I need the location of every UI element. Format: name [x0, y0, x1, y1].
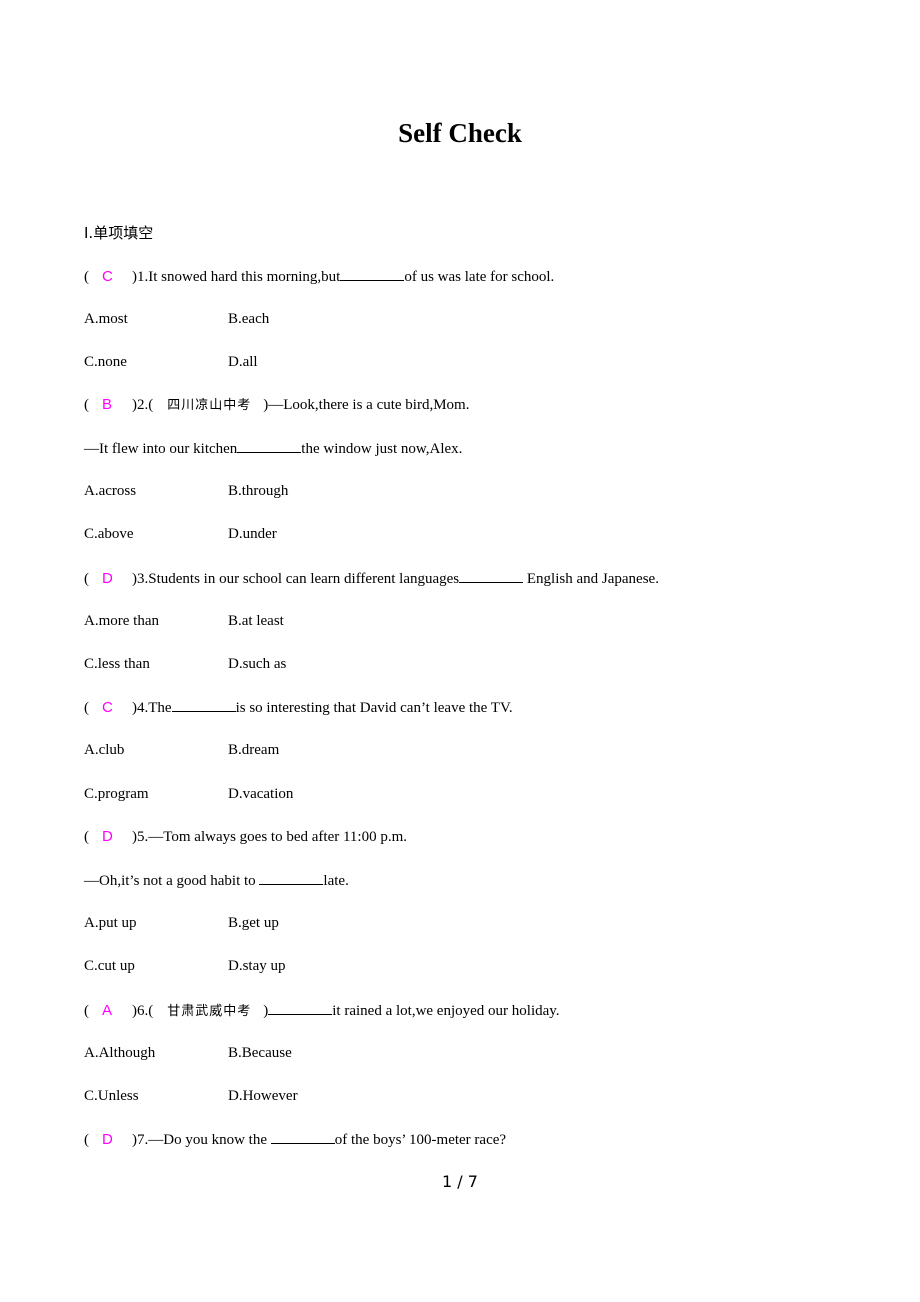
question-number: 3 [137, 571, 145, 587]
option-c: C.none [84, 354, 127, 370]
paren-open: ( [84, 829, 89, 845]
option-d: D.stay up [228, 958, 286, 974]
question-number: 5 [137, 829, 145, 845]
question-stem: It snowed hard this morning,but [148, 269, 341, 285]
option-a: A.most [84, 311, 128, 327]
option-c: C.Unless [84, 1088, 139, 1104]
answer-blank [171, 697, 236, 712]
option-c: C.cut up [84, 958, 135, 974]
paren-open: ( [84, 1003, 89, 1019]
option-a: A.club [84, 742, 125, 758]
answer-blank [259, 870, 324, 885]
question-stem-end: it rained a lot,we enjoyed our holiday. [332, 1003, 560, 1019]
number-dot: .( [144, 397, 154, 413]
question-stem-end: English and Japanese. [523, 571, 659, 587]
question-stem-end: is so interesting that David can’t leave… [235, 700, 513, 716]
question-number: 1 [137, 269, 145, 285]
page-indicator: 1 / 7 [442, 1172, 478, 1191]
option-b: B.through [228, 483, 289, 499]
answer-blank [268, 1000, 333, 1015]
question-stem-end: of the boys’ 100-meter race? [334, 1132, 507, 1148]
answer-mark: A [102, 1002, 113, 1019]
answer-mark: D [102, 570, 113, 587]
answer-blank [340, 266, 405, 281]
page-title: Self Check [398, 118, 522, 148]
option-a: A.more than [84, 613, 159, 629]
question-3: (D)3.Students in our school can learn di… [84, 568, 659, 589]
answer-blank [459, 568, 524, 583]
answer-mark: D [102, 828, 113, 845]
option-c: C.less than [84, 656, 150, 672]
reply-stem-end: late. [323, 873, 349, 889]
paren-open: ( [84, 397, 89, 413]
question-2-reply: —It flew into our kitchen the window just… [84, 438, 462, 459]
option-b: B.Because [228, 1045, 292, 1061]
question-5-reply: —Oh,it’s not a good habit to late. [84, 870, 349, 891]
question-stem: The [148, 700, 172, 716]
option-c: C.program [84, 786, 149, 802]
question-5: (D)5.—Tom always goes to bed after 11:00… [84, 827, 407, 847]
question-4: (C)4.The is so interesting that David can… [84, 697, 513, 718]
number-dot: .( [144, 1003, 154, 1019]
question-stem: Students in our school can learn differe… [148, 571, 460, 587]
question-2: (B)2.(四川凉山中考)—Look,there is a cute bird,… [84, 395, 469, 416]
option-a: A.put up [84, 915, 137, 931]
question-stem-end: of us was late for school. [404, 269, 555, 285]
option-b: B.dream [228, 742, 280, 758]
question-number: 6 [137, 1003, 145, 1019]
question-7: (D)7.—Do you know the of the boys’ 100-m… [84, 1129, 506, 1150]
answer-mark: B [102, 396, 113, 413]
option-d: D.However [228, 1088, 298, 1104]
reply-stem: —Oh,it’s not a good habit to [84, 873, 260, 889]
question-source: 甘肃武威中考 [167, 1004, 252, 1019]
paren-open: ( [84, 700, 89, 716]
option-d: D.vacation [228, 786, 294, 802]
reply-stem-end: the window just now,Alex. [301, 441, 463, 457]
answer-blank [270, 1129, 335, 1144]
paren-open: ( [84, 269, 89, 285]
question-source: 四川凉山中考 [167, 398, 252, 413]
question-number: 7 [137, 1132, 145, 1148]
option-b: B.get up [228, 915, 279, 931]
option-d: D.all [228, 354, 258, 370]
question-stem: —Do you know the [148, 1132, 271, 1148]
option-c: C.above [84, 526, 134, 542]
question-number: 4 [137, 700, 145, 716]
option-b: B.each [228, 311, 270, 327]
paren-open: ( [84, 571, 89, 587]
answer-blank [237, 438, 302, 453]
answer-mark: D [102, 1131, 113, 1148]
option-d: D.under [228, 526, 277, 542]
option-d: D.such as [228, 656, 287, 672]
question-6: (A)6.(甘肃武威中考) it rained a lot,we enjoyed … [84, 1000, 560, 1022]
reply-stem: —It flew into our kitchen [84, 441, 238, 457]
answer-mark: C [102, 699, 113, 716]
section-heading: Ⅰ.单项填空 [84, 224, 154, 242]
option-a: A.across [84, 483, 137, 499]
question-stem: —Tom always goes to bed after 11:00 p.m. [148, 829, 408, 845]
option-b: B.at least [228, 613, 284, 629]
question-number: 2 [137, 397, 145, 413]
question-stem: —Look,there is a cute bird,Mom. [268, 397, 470, 413]
paren-open: ( [84, 1132, 89, 1148]
question-1: (C)1.It snowed hard this morning,but of u… [84, 266, 554, 287]
answer-mark: C [102, 268, 113, 285]
option-a: A.Although [84, 1045, 156, 1061]
